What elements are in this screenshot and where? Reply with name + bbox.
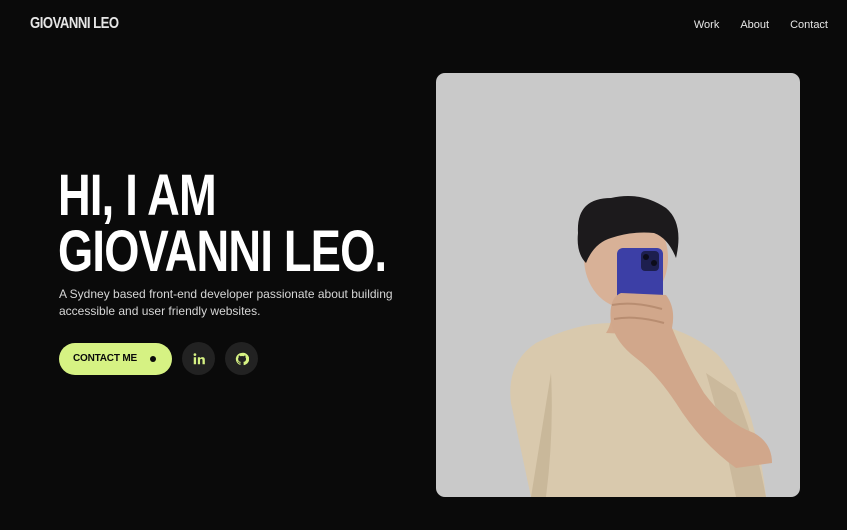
github-icon bbox=[235, 352, 249, 365]
profile-photo bbox=[436, 73, 800, 497]
linkedin-button[interactable] bbox=[182, 342, 215, 375]
main-nav: Work About Contact bbox=[694, 19, 828, 31]
nav-contact-link[interactable]: Contact bbox=[790, 19, 828, 31]
site-logo[interactable]: GIOVANNI LEO bbox=[30, 15, 119, 33]
hero-title-line-1: HI, I AM bbox=[58, 163, 217, 228]
contact-me-label: CONTACT ME bbox=[73, 353, 137, 364]
nav-about-link[interactable]: About bbox=[740, 19, 769, 31]
hero-actions: CONTACT ME bbox=[59, 342, 258, 375]
hero-title: HI, I AM GIOVANNI LEO. bbox=[58, 163, 387, 284]
github-button[interactable] bbox=[225, 342, 258, 375]
nav-work-link[interactable]: Work bbox=[694, 19, 719, 31]
dot-icon bbox=[150, 355, 156, 362]
hero-tagline: A Sydney based front-end developer passi… bbox=[59, 287, 393, 318]
person-silhouette bbox=[510, 195, 772, 497]
hero-title-line-2: GIOVANNI LEO. bbox=[58, 219, 387, 284]
contact-me-button[interactable]: CONTACT ME bbox=[59, 342, 172, 375]
linkedin-icon bbox=[193, 352, 205, 364]
